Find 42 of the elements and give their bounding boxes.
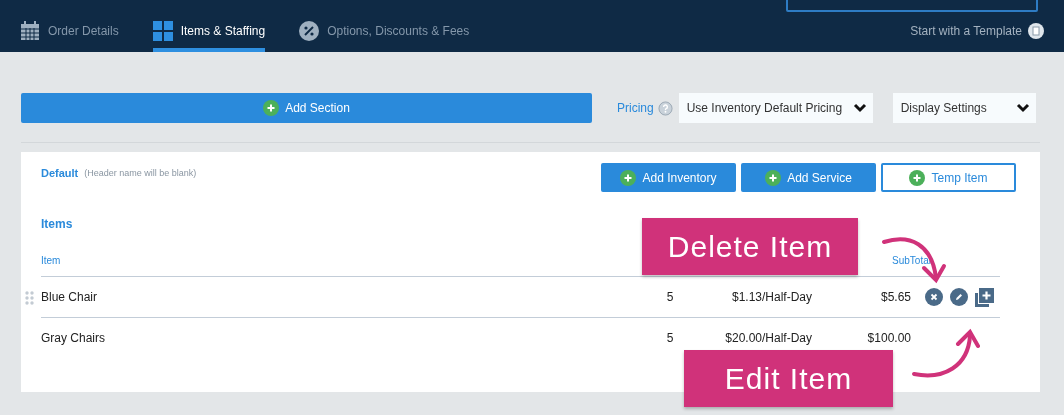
pricing-label: Pricing — [617, 101, 654, 115]
table-cell-text: Blue Chair — [41, 290, 99, 304]
curved-arrow — [912, 328, 980, 378]
percent-icon — [299, 21, 320, 41]
table-cell-text: 5 — [665, 290, 675, 304]
duplicate-icon[interactable] — [975, 287, 994, 307]
display-settings-dropdown[interactable]: Display Settings — [892, 93, 1036, 123]
calendar-icon — [20, 21, 40, 41]
template-link[interactable]: Start with a Template — [910, 24, 1022, 38]
curved-arrow — [882, 237, 946, 284]
add-button[interactable]: Add Service — [741, 163, 876, 192]
drag-handle-icon[interactable] — [25, 291, 34, 305]
section-name: Default — [41, 167, 79, 179]
callout-label: Edit Item — [684, 350, 893, 407]
plus-icon — [765, 169, 782, 186]
table-cell-text: $1.13/Half-Day — [730, 290, 812, 304]
edit-icon[interactable] — [950, 288, 968, 306]
table-cell-text: $100.00 — [866, 331, 911, 345]
add-button[interactable]: Add Inventory — [601, 163, 736, 192]
plus-icon — [620, 169, 637, 186]
delete-icon[interactable] — [925, 288, 943, 306]
chevron-down-icon — [1015, 103, 1030, 113]
plus-icon — [263, 100, 280, 116]
add-section-button[interactable]: Add Section — [21, 93, 592, 123]
callout-label: Delete Item — [642, 218, 858, 275]
table-cell-text: $5.65 — [879, 290, 911, 304]
tab[interactable]: Options, Discounts & Fees — [299, 18, 470, 52]
column-header: SubTotal — [892, 255, 931, 266]
chevron-down-icon — [852, 103, 867, 113]
section-note: (Header name will be blank) — [84, 168, 197, 178]
table-cell-text: Gray Chairs — [41, 331, 106, 345]
tab[interactable]: Order Details — [20, 18, 119, 52]
temp-item-button[interactable]: Temp Item — [881, 163, 1016, 192]
pricing-dropdown[interactable]: Use Inventory Default Pricing — [678, 93, 873, 123]
tab[interactable]: Items & Staffing — [152, 18, 266, 52]
grid-icon — [152, 21, 173, 41]
document-icon — [1028, 23, 1044, 39]
column-header: Item — [41, 255, 62, 266]
items-heading: Items — [41, 217, 74, 231]
table-cell-text: 5 — [665, 331, 675, 345]
table-cell-text: $20.00/Half-Day — [724, 331, 812, 345]
plus-icon — [909, 169, 926, 186]
